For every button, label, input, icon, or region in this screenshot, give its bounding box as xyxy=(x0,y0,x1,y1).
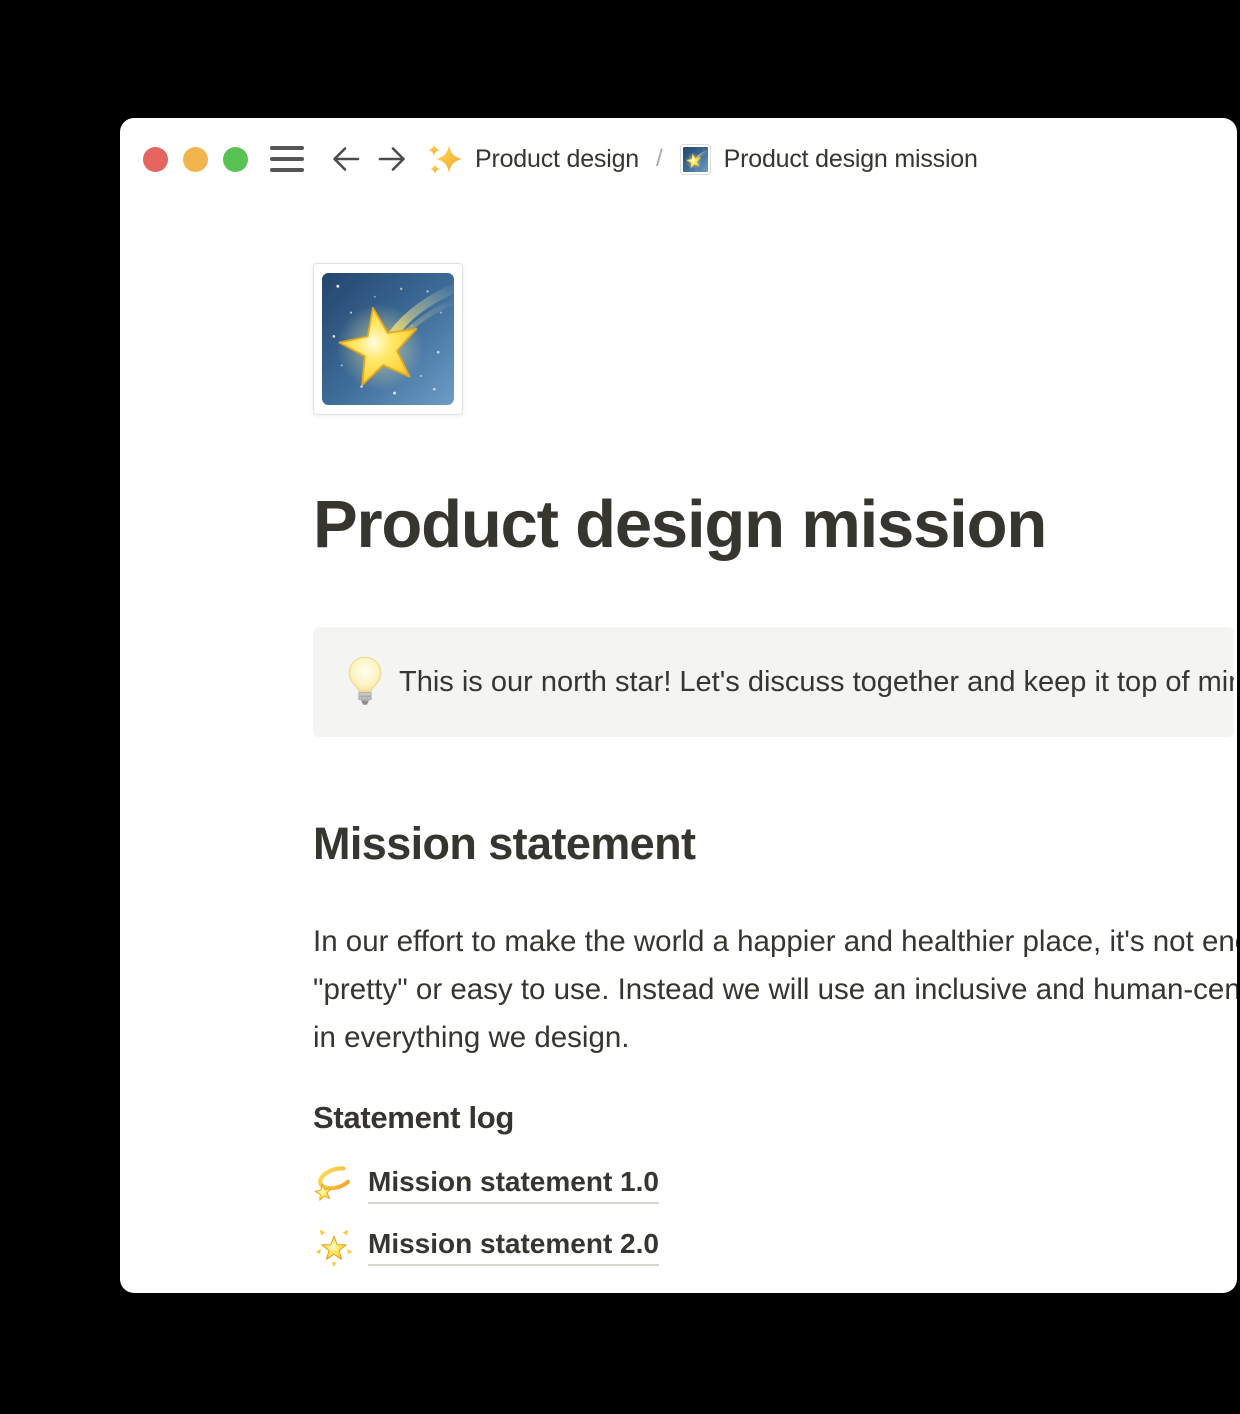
shooting-star-icon xyxy=(680,144,711,175)
zoom-window-button[interactable] xyxy=(223,147,248,172)
hamburger-icon xyxy=(270,146,304,150)
breadcrumb-label: Product design xyxy=(475,145,639,174)
back-button[interactable] xyxy=(330,143,362,175)
breadcrumb-label: Product design mission xyxy=(724,145,978,174)
page-title: Product design mission xyxy=(313,486,1046,563)
breadcrumb-item-product-design[interactable]: Product design xyxy=(408,141,639,177)
hamburger-icon xyxy=(270,168,304,172)
app-window: Product design / Product design mission … xyxy=(120,118,1237,1293)
glowing-star-icon xyxy=(313,1226,355,1268)
breadcrumb-separator: / xyxy=(656,145,663,173)
sidebar-menu-button[interactable] xyxy=(270,146,304,172)
page-emoji-icon[interactable] xyxy=(313,263,463,415)
statement-log-links: Mission statement 1.0 Mission state xyxy=(313,1161,659,1285)
light-bulb-icon xyxy=(345,655,385,709)
sparkles-icon xyxy=(426,141,462,177)
dizzy-star-icon xyxy=(313,1164,355,1206)
section-heading-mission-statement: Mission statement xyxy=(313,818,695,870)
desktop-background: Product design / Product design mission … xyxy=(0,0,1240,1414)
forward-arrow-icon xyxy=(376,143,408,175)
titlebar: Product design / Product design mission xyxy=(143,143,978,175)
minimize-window-button[interactable] xyxy=(183,147,208,172)
paragraph-line: "pretty" or easy to use. Instead we will… xyxy=(313,966,1237,1014)
hamburger-icon xyxy=(270,157,304,161)
page-link-label: Mission statement 1.0 xyxy=(368,1166,659,1204)
page-link-mission-statement-2[interactable]: Mission statement 2.0 xyxy=(313,1223,659,1271)
shooting-star-icon xyxy=(322,272,454,406)
callout-block: This is our north star! Let's discuss to… xyxy=(313,627,1234,737)
subheading-statement-log: Statement log xyxy=(313,1100,514,1136)
forward-button[interactable] xyxy=(376,143,408,175)
paragraph-line: in everything we design. xyxy=(313,1014,1237,1062)
page-link-mission-statement-1[interactable]: Mission statement 1.0 xyxy=(313,1161,659,1209)
mission-paragraph: In our effort to make the world a happie… xyxy=(313,918,1237,1062)
paragraph-line: In our effort to make the world a happie… xyxy=(313,918,1237,966)
breadcrumb-item-product-design-mission[interactable]: Product design mission xyxy=(663,144,978,175)
back-arrow-icon xyxy=(330,143,362,175)
callout-text: This is our north star! Let's discuss to… xyxy=(399,666,1234,699)
page-link-label: Mission statement 2.0 xyxy=(368,1228,659,1266)
close-window-button[interactable] xyxy=(143,147,168,172)
